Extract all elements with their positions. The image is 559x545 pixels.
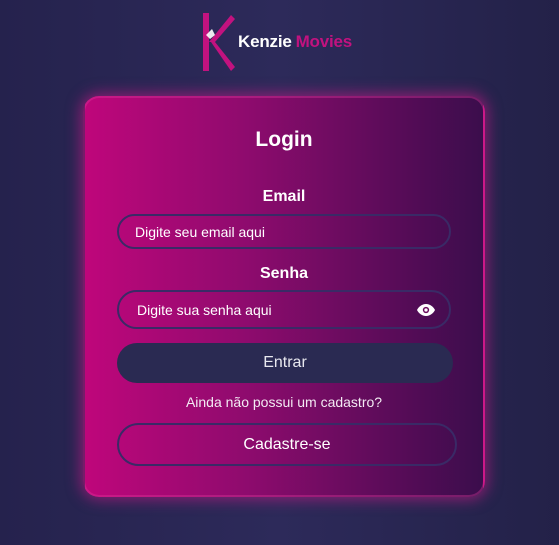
password-field[interactable]: Digite sua senha aqui bbox=[117, 290, 451, 329]
eye-icon[interactable] bbox=[417, 303, 435, 316]
email-placeholder: Digite seu email aqui bbox=[135, 223, 265, 240]
email-label: Email bbox=[262, 188, 306, 205]
k-logo-icon bbox=[203, 13, 235, 71]
signup-button[interactable]: Cadastre-se bbox=[117, 423, 457, 466]
brand-name: Kenzie Movies bbox=[238, 32, 352, 52]
password-placeholder: Digite sua senha aqui bbox=[137, 301, 272, 318]
brand-name-part1: Kenzie bbox=[238, 32, 292, 51]
brand-logo: Kenzie Movies bbox=[203, 13, 352, 71]
login-button[interactable]: Entrar bbox=[117, 343, 453, 383]
brand-name-part2: Movies bbox=[295, 32, 353, 51]
signup-prompt: Ainda não possui um cadastro? bbox=[185, 394, 383, 410]
email-field[interactable]: Digite seu email aqui bbox=[117, 214, 451, 249]
password-label: Senha bbox=[259, 265, 308, 282]
login-title: Login bbox=[255, 128, 313, 151]
login-card: Login Email Digite seu email aqui Senha … bbox=[83, 96, 485, 497]
